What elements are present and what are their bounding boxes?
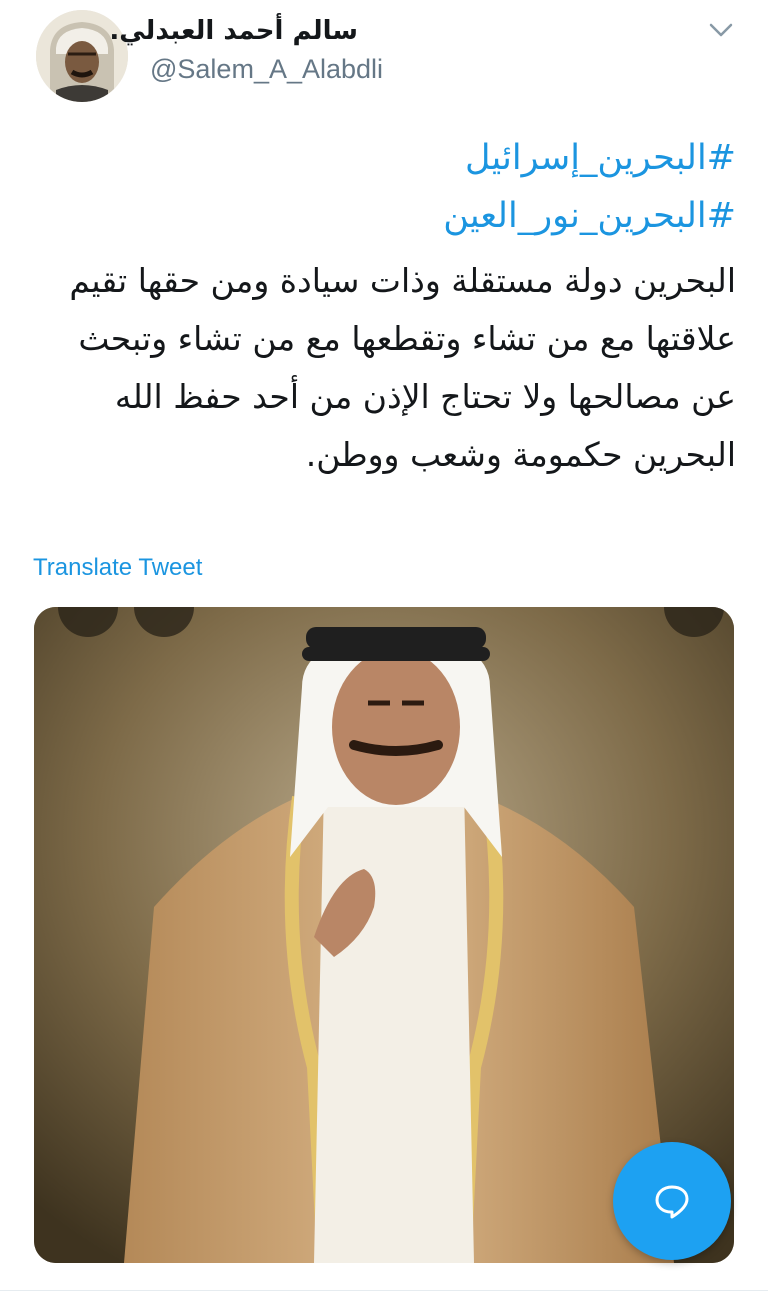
hashtag-link[interactable]: #البحرين_نور_العين: [443, 196, 736, 236]
chevron-down-icon: [709, 23, 733, 37]
reply-fab-button[interactable]: [613, 1142, 731, 1260]
hashtag-link[interactable]: #البحرين_إسرائيل: [465, 138, 736, 178]
divider: [0, 1290, 768, 1291]
translate-tweet-link[interactable]: Translate Tweet: [33, 554, 202, 582]
tweet-menu-button[interactable]: [704, 16, 738, 44]
author-handle[interactable]: @Salem_A_Alabdli: [150, 54, 383, 85]
author-display-name[interactable]: سالم أحمد العبدلي.: [109, 16, 358, 46]
tweet-text: البحرين دولة مستقلة وذات سيادة ومن حقها …: [69, 261, 736, 474]
reply-bubble-icon: [655, 1185, 689, 1219]
